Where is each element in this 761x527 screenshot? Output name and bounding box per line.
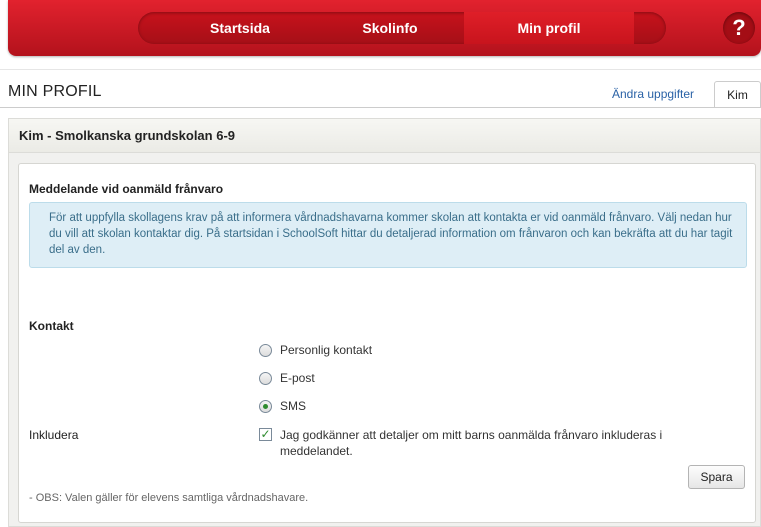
page-title: MIN PROFIL bbox=[8, 83, 102, 100]
help-icon[interactable]: ? bbox=[723, 12, 755, 44]
radio-e-post[interactable]: E-post bbox=[259, 370, 315, 386]
user-tab[interactable]: Kim bbox=[714, 81, 761, 108]
include-label: Inkludera bbox=[29, 428, 79, 442]
absence-settings-box: Meddelande vid oanmäld frånvaro För att … bbox=[18, 163, 756, 523]
main-nav: Startsida Skolinfo Min profil bbox=[138, 12, 666, 44]
divider bbox=[0, 107, 761, 108]
section-title: Meddelande vid oanmäld frånvaro bbox=[29, 182, 224, 196]
radio-button[interactable] bbox=[259, 343, 272, 357]
radio-label: Personlig kontakt bbox=[280, 343, 373, 357]
radio-sms[interactable]: SMS bbox=[259, 398, 306, 414]
radio-personlig-kontakt[interactable]: Personlig kontakt bbox=[259, 342, 372, 358]
checkbox-label: Jag godkänner att detaljer om mitt barns… bbox=[280, 428, 663, 458]
profile-panel: Kim - Smolkanska grundskolan 6-9 Meddela… bbox=[8, 118, 761, 527]
nav-min-profil[interactable]: Min profil bbox=[464, 12, 634, 44]
info-message: För att uppfylla skollagens krav på att … bbox=[29, 202, 747, 268]
radio-label: E-post bbox=[280, 371, 315, 385]
save-button[interactable]: Spara bbox=[688, 465, 745, 489]
nav-startsida[interactable]: Startsida bbox=[176, 12, 304, 44]
include-consent-option[interactable]: ✓ Jag godkänner att detaljer om mitt bar… bbox=[259, 427, 699, 459]
edit-details-link[interactable]: Ändra uppgifter bbox=[612, 87, 694, 101]
checkbox-checked[interactable]: ✓ bbox=[259, 428, 272, 441]
divider bbox=[0, 69, 761, 70]
nav-skolinfo[interactable]: Skolinfo bbox=[326, 12, 454, 44]
footnote: - OBS: Valen gäller för elevens samtliga… bbox=[29, 492, 309, 504]
panel-heading: Kim - Smolkanska grundskolan 6-9 bbox=[9, 119, 760, 153]
radio-label: SMS bbox=[280, 399, 307, 413]
radio-button[interactable] bbox=[259, 371, 272, 385]
contact-label: Kontakt bbox=[29, 319, 74, 333]
top-navigation-bar: Startsida Skolinfo Min profil ? bbox=[8, 0, 761, 56]
radio-button-selected[interactable] bbox=[259, 399, 272, 413]
